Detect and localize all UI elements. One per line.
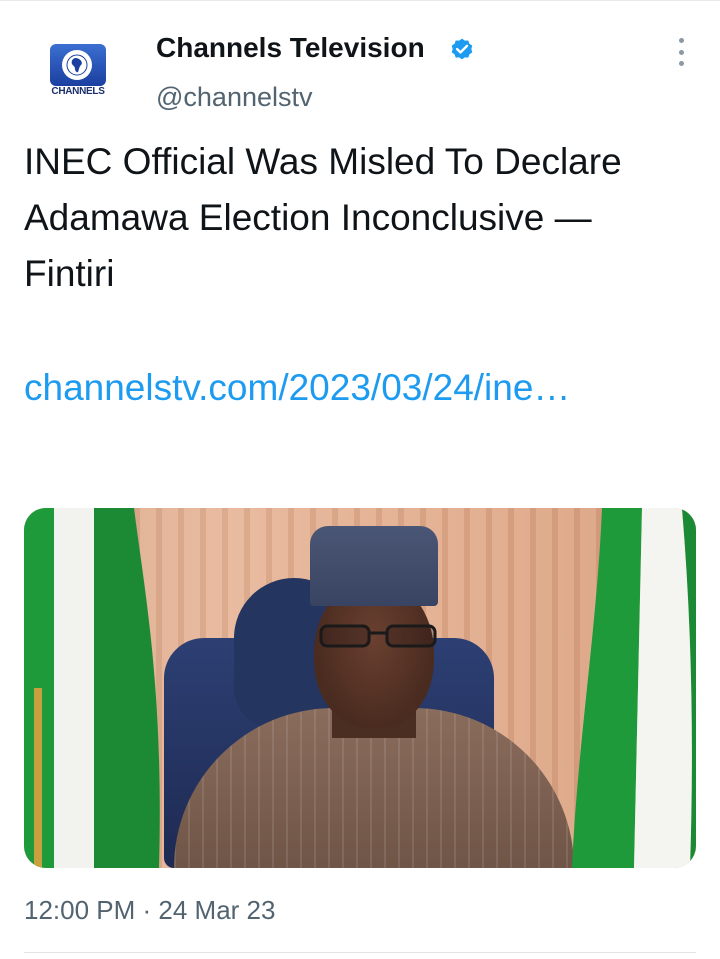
logo-text: CHANNELS: [51, 86, 105, 97]
nigeria-flag-right: [572, 508, 696, 868]
tweet-timestamp[interactable]: 12:00 PM · 24 Mar 23: [24, 895, 275, 926]
verified-badge-icon: [449, 37, 475, 63]
tweet-text: INEC Official Was Misled To Declare Adam…: [24, 141, 622, 294]
globe-icon: [62, 50, 92, 80]
tweet-link[interactable]: channelstv.com/2023/03/24/ine…: [24, 360, 664, 416]
top-divider: [0, 0, 720, 1]
glasses: [319, 624, 437, 648]
person-cap: [310, 526, 438, 606]
author-display-name[interactable]: Channels Television: [156, 32, 425, 64]
more-options-icon[interactable]: [666, 36, 696, 68]
tweet-image[interactable]: [24, 508, 696, 868]
nigeria-flag-left: [24, 508, 160, 868]
bottom-divider: [24, 952, 696, 953]
author-handle[interactable]: @channelstv: [156, 82, 313, 113]
